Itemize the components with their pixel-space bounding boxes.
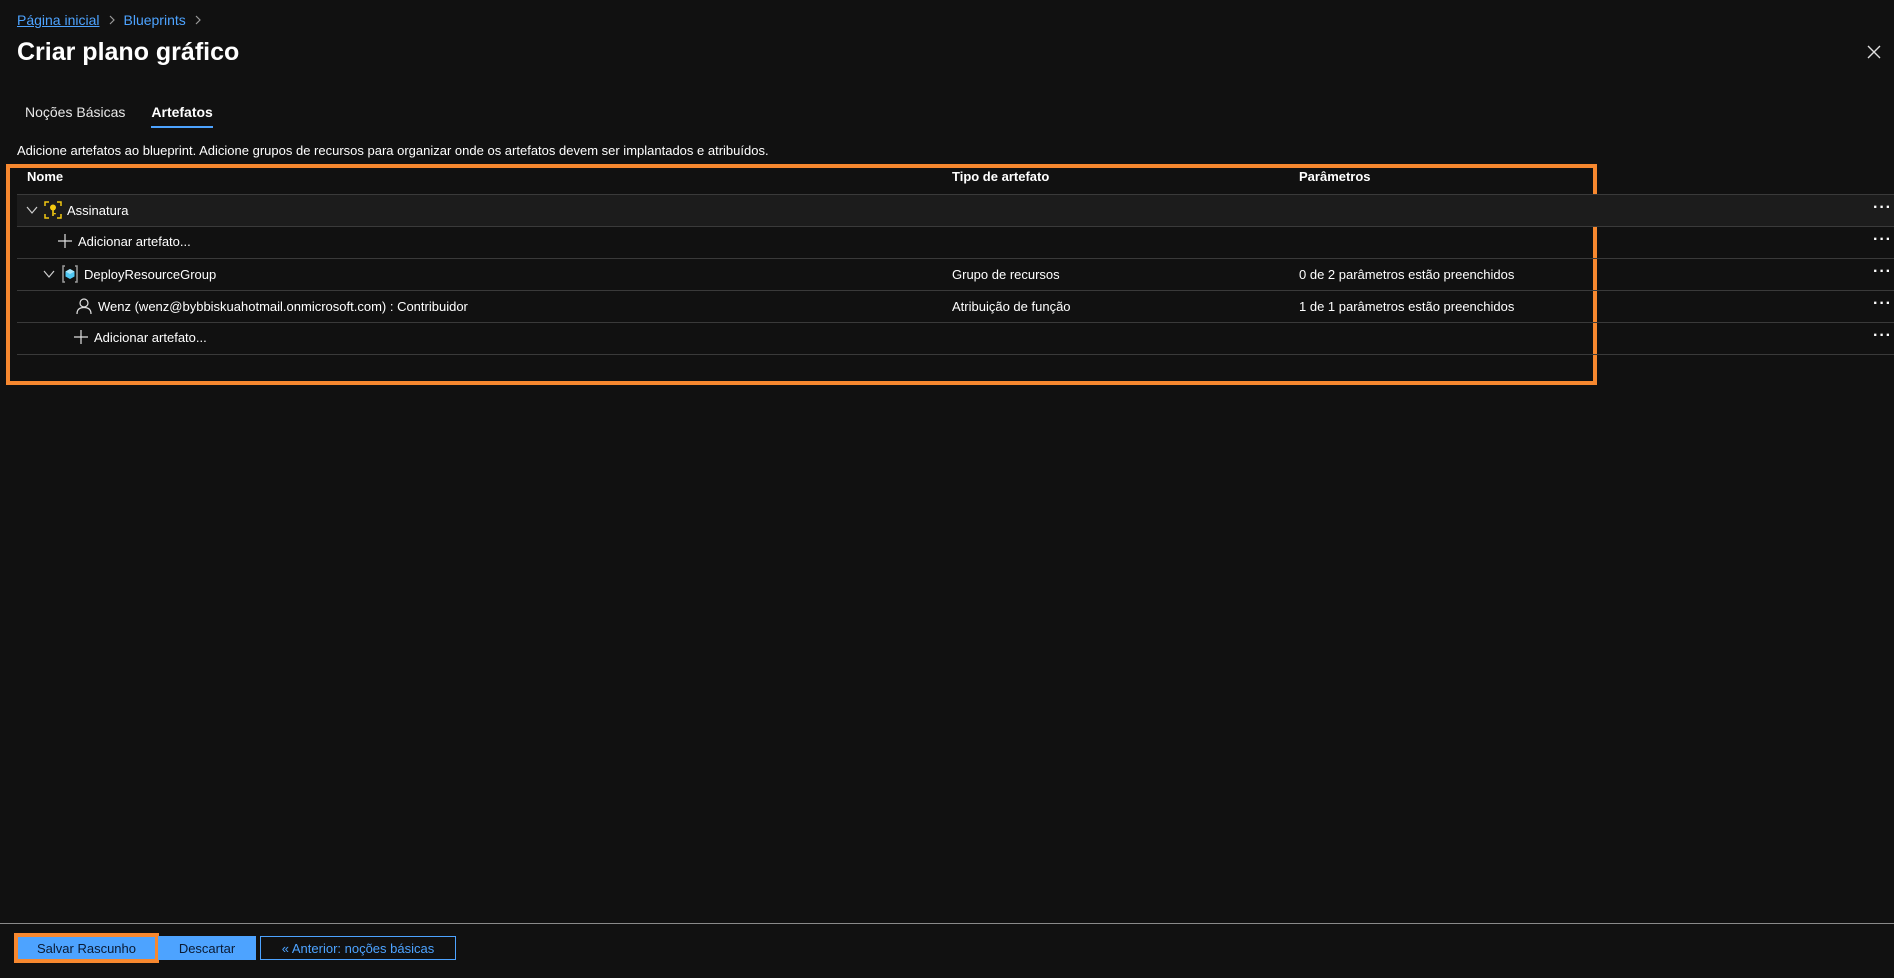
row-type-label: Grupo de recursos — [952, 267, 1060, 282]
table-row-add-artifact[interactable]: Adicionar artefato... ··· — [17, 227, 1894, 259]
chevron-right-icon — [194, 12, 202, 28]
create-blueprint-page: Página inicial Blueprints Criar plano gr… — [0, 0, 1894, 978]
tab-artifacts[interactable]: Artefatos — [151, 104, 213, 128]
row-name-label: Assinatura — [67, 202, 129, 218]
close-icon — [1867, 45, 1881, 59]
subscription-key-icon — [44, 201, 62, 219]
resource-group-icon — [61, 265, 79, 283]
tab-basics[interactable]: Noções Básicas — [25, 104, 125, 128]
table-row-resource-group[interactable]: DeployResourceGroup Grupo de recursos 0 … — [17, 259, 1894, 291]
row-name-cell: Wenz (wenz@bybbiskuahotmail.onmicrosoft.… — [75, 297, 468, 315]
row-name-label: Wenz (wenz@bybbiskuahotmail.onmicrosoft.… — [98, 298, 468, 314]
chevron-down-icon[interactable] — [25, 203, 39, 217]
page-title: Criar plano gráfico — [17, 38, 240, 66]
plus-icon — [73, 329, 89, 345]
more-options-icon[interactable]: ··· — [1873, 199, 1892, 217]
artifacts-grid: Nome Tipo de artefato Parâmetros Assinat… — [17, 166, 1894, 355]
row-params-label: 0 de 2 parâmetros estão preenchidos — [1299, 267, 1515, 282]
previous-button[interactable]: « Anterior: noções básicas — [260, 936, 456, 960]
more-options-icon[interactable]: ··· — [1873, 295, 1892, 313]
plus-icon — [57, 233, 73, 249]
header-params: Parâmetros — [1299, 169, 1371, 184]
more-options-icon[interactable]: ··· — [1873, 231, 1892, 249]
chevron-right-icon — [108, 12, 116, 28]
row-name-cell: DeployResourceGroup — [42, 265, 216, 283]
row-type-label: Atribuição de função — [952, 299, 1071, 314]
header-type: Tipo de artefato — [952, 169, 1050, 184]
table-row-role-assignment[interactable]: Wenz (wenz@bybbiskuahotmail.onmicrosoft.… — [17, 291, 1894, 323]
row-name-cell: Adicionar artefato... — [73, 329, 207, 345]
user-icon — [75, 297, 93, 315]
add-artifact-link[interactable]: Adicionar artefato... — [78, 234, 191, 249]
action-bar: Salvar Rascunho Descartar « Anterior: no… — [0, 923, 1894, 978]
discard-button[interactable]: Descartar — [158, 936, 256, 960]
save-draft-button[interactable]: Salvar Rascunho — [14, 933, 159, 963]
header-name: Nome — [27, 169, 64, 184]
more-options-icon[interactable]: ··· — [1873, 327, 1892, 345]
tab-bar: Noções Básicas Artefatos — [25, 104, 213, 128]
table-row-subscription[interactable]: Assinatura ··· — [17, 195, 1894, 227]
row-name-cell: Assinatura — [25, 201, 128, 219]
row-name-label: DeployResourceGroup — [84, 266, 217, 282]
breadcrumb-blueprints-link[interactable]: Blueprints — [124, 12, 186, 28]
close-button[interactable] — [1864, 42, 1884, 62]
breadcrumb: Página inicial Blueprints — [17, 12, 202, 28]
breadcrumb-home-link[interactable]: Página inicial — [17, 12, 100, 28]
more-options-icon[interactable]: ··· — [1873, 263, 1892, 281]
table-row-add-artifact-rg[interactable]: Adicionar artefato... ··· — [17, 323, 1894, 355]
artifacts-description: Adicione artefatos ao blueprint. Adicion… — [17, 143, 769, 158]
add-artifact-link[interactable]: Adicionar artefato... — [94, 330, 207, 345]
grid-header: Nome Tipo de artefato Parâmetros — [17, 166, 1894, 195]
chevron-down-icon[interactable] — [42, 267, 56, 281]
row-params-label: 1 de 1 parâmetros estão preenchidos — [1299, 299, 1515, 314]
row-name-cell: Adicionar artefato... — [57, 233, 191, 249]
